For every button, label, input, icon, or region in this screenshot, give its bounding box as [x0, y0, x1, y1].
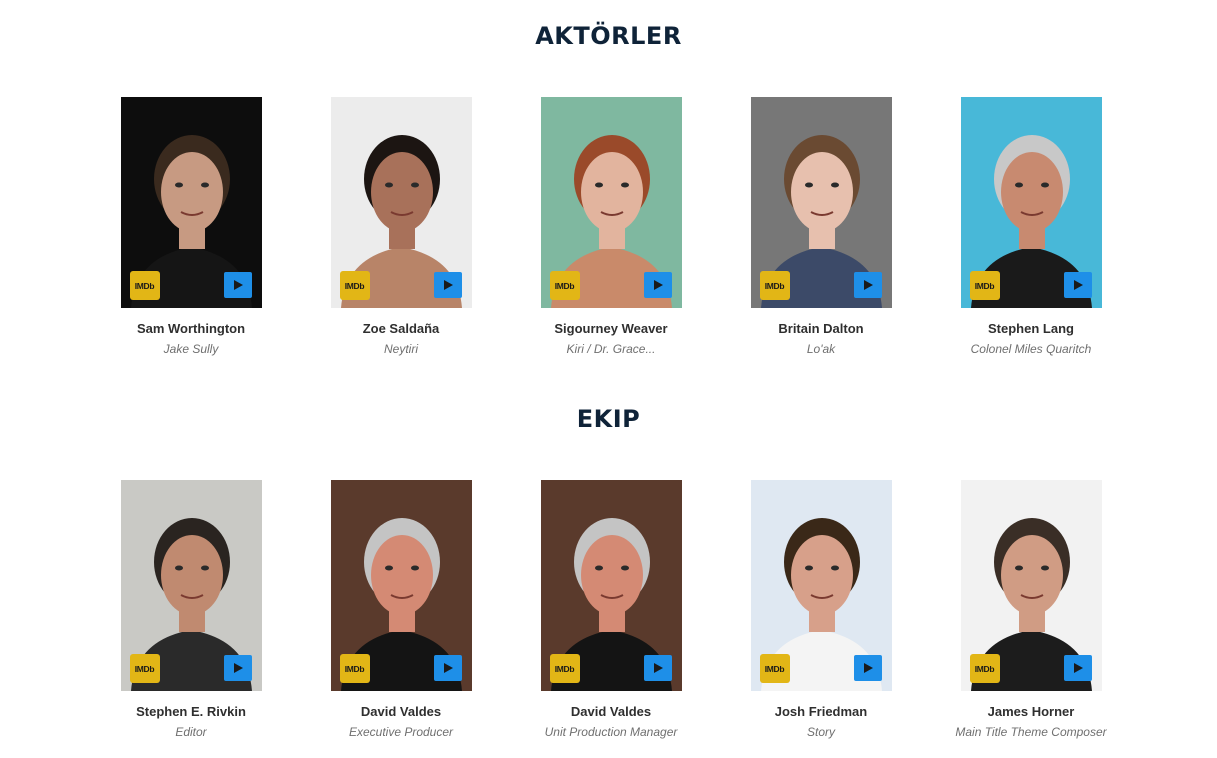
play-button[interactable] [853, 272, 882, 298]
person-name[interactable]: Britain Dalton [716, 321, 926, 336]
profile-photo[interactable]: IMDb [750, 480, 892, 691]
crew-card[interactable]: IMDb Josh Friedman Story [716, 480, 926, 739]
person-name[interactable]: Sigourney Weaver [506, 321, 716, 336]
play-button[interactable] [1063, 655, 1092, 681]
profile-photo[interactable]: IMDb [540, 97, 682, 308]
imdb-label: IMDb [974, 663, 995, 674]
crew-card[interactable]: IMDb James Horner Main Title Theme Compose… [926, 480, 1136, 739]
play-button[interactable] [853, 655, 882, 681]
profile-photo[interactable]: IMDb [330, 97, 472, 308]
person-name[interactable]: Josh Friedman [716, 704, 926, 719]
person-name[interactable]: Stephen E. Rivkin [86, 704, 296, 719]
play-icon [444, 280, 453, 290]
imdb-button[interactable]: IMDb [969, 271, 1000, 300]
person-role: Unit Production Manager [544, 725, 678, 739]
person-role: Jake Sully [163, 342, 219, 356]
crew-grid: IMDb Stephen E. Rivkin Editor IMDb David Val… [0, 480, 1217, 758]
play-icon [864, 663, 873, 673]
profile-photo[interactable]: IMDb [540, 480, 682, 691]
profile-photo[interactable]: IMDb [960, 480, 1102, 691]
person-role: Main Title Theme Composer [955, 725, 1107, 739]
person-role: Colonel Miles Quaritch [970, 342, 1092, 356]
profile-photo[interactable]: IMDb [120, 97, 262, 308]
person-name[interactable]: Stephen Lang [926, 321, 1136, 336]
profile-photo[interactable]: IMDb [960, 97, 1102, 308]
person-name[interactable]: David Valdes [506, 704, 716, 719]
play-icon [1074, 663, 1083, 673]
play-icon [1074, 280, 1083, 290]
play-icon [654, 663, 663, 673]
play-button[interactable] [643, 272, 672, 298]
imdb-button[interactable]: IMDb [759, 654, 790, 683]
person-name[interactable]: Sam Worthington [86, 321, 296, 336]
crew-section-title: EKIP [576, 405, 641, 433]
play-button[interactable] [223, 272, 252, 298]
actor-card[interactable]: IMDb Britain Dalton Lo'ak [716, 97, 926, 356]
play-button[interactable] [223, 655, 252, 681]
person-role: Neytiri [383, 342, 418, 356]
profile-photo[interactable]: IMDb [330, 480, 472, 691]
play-icon [654, 280, 663, 290]
crew-card[interactable]: IMDb David Valdes Executive Producer [296, 480, 506, 739]
actor-card[interactable]: IMDb Sigourney Weaver Kiri / Dr. Grace... [506, 97, 716, 356]
person-role: Kiri / Dr. Grace... [566, 342, 656, 356]
person-role: Editor [175, 725, 207, 739]
play-icon [234, 663, 243, 673]
play-button[interactable] [643, 655, 672, 681]
person-name[interactable]: David Valdes [296, 704, 506, 719]
imdb-label: IMDb [134, 280, 155, 291]
imdb-button[interactable]: IMDb [129, 654, 160, 683]
actor-card[interactable]: IMDb Sam Worthington Jake Sully [86, 97, 296, 356]
imdb-button[interactable]: IMDb [339, 271, 370, 300]
actors-grid: IMDb Sam Worthington Jake Sully IMDb Zoe Sal… [0, 97, 1217, 387]
crew-card[interactable]: IMDb David Valdes Unit Production Manager [506, 480, 716, 739]
imdb-button[interactable]: IMDb [549, 271, 580, 300]
imdb-label: IMDb [764, 280, 785, 291]
play-icon [444, 663, 453, 673]
imdb-label: IMDb [554, 280, 575, 291]
person-name[interactable]: James Horner [926, 704, 1136, 719]
imdb-label: IMDb [344, 280, 365, 291]
actors-section-title: AKTÖRLER [535, 22, 682, 50]
imdb-label: IMDb [974, 280, 995, 291]
imdb-label: IMDb [344, 663, 365, 674]
imdb-label: IMDb [554, 663, 575, 674]
profile-photo[interactable]: IMDb [120, 480, 262, 691]
play-button[interactable] [433, 655, 462, 681]
imdb-button[interactable]: IMDb [339, 654, 370, 683]
imdb-button[interactable]: IMDb [549, 654, 580, 683]
person-role: Story [806, 725, 835, 739]
play-icon [864, 280, 873, 290]
crew-card[interactable]: IMDb Stephen E. Rivkin Editor [86, 480, 296, 739]
imdb-label: IMDb [134, 663, 155, 674]
imdb-label: IMDb [764, 663, 785, 674]
imdb-button[interactable]: IMDb [759, 271, 790, 300]
play-button[interactable] [433, 272, 462, 298]
actor-card[interactable]: IMDb Stephen Lang Colonel Miles Quaritch [926, 97, 1136, 356]
play-button[interactable] [1063, 272, 1092, 298]
play-icon [234, 280, 243, 290]
person-role: Executive Producer [348, 725, 454, 739]
profile-photo[interactable]: IMDb [750, 97, 892, 308]
person-name[interactable]: Zoe Saldaña [296, 321, 506, 336]
actor-card[interactable]: IMDb Zoe Saldaña Neytiri [296, 97, 506, 356]
person-role: Lo'ak [806, 342, 836, 356]
imdb-button[interactable]: IMDb [969, 654, 1000, 683]
imdb-button[interactable]: IMDb [129, 271, 160, 300]
